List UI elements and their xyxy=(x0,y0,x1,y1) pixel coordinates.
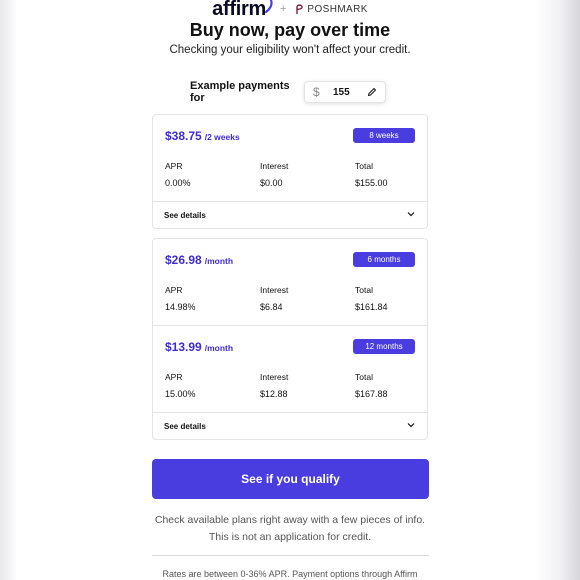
apr-stat: APR 15.00% xyxy=(165,372,196,399)
currency-symbol: $ xyxy=(313,85,320,99)
apr-label: APR xyxy=(165,161,183,171)
plan-price-amount: $26.98 xyxy=(165,253,202,267)
info-line-2: This is not an application for credit. xyxy=(208,531,372,543)
see-details-label: See details xyxy=(164,422,206,431)
total-value: $161.84 xyxy=(355,302,388,312)
plan-period: /month xyxy=(204,343,234,353)
apr-stat: APR 14.98% xyxy=(165,285,196,312)
interest-stat: Interest $6.84 xyxy=(260,285,288,312)
plan-card-monthly: $26.98/month 6 months APR 14.98% Interest… xyxy=(152,238,428,440)
plan-option[interactable]: $13.99/month 12 months APR 15.00% Interes… xyxy=(153,325,427,412)
affirm-checkout-modal: affirm + POSHMARK Buy now, pay over time… xyxy=(0,0,580,580)
plan-card-8-weeks: $38.75/2 weeks 8 weeks APR 0.00% Interest… xyxy=(152,114,428,229)
apr-value: 14.98% xyxy=(165,302,196,312)
total-value: $167.88 xyxy=(355,389,388,399)
example-payments-row: Example payments for $ 155 xyxy=(190,80,386,104)
apr-value: 15.00% xyxy=(165,389,196,399)
plan-period: /month xyxy=(204,256,234,266)
poshmark-icon xyxy=(296,4,304,14)
plan-term-badge: 6 months xyxy=(353,252,415,267)
total-label: Total xyxy=(355,285,373,295)
example-payments-label: Example payments for xyxy=(190,80,290,104)
plus-sign: + xyxy=(279,3,287,15)
page-subtitle: Checking your eligibility won't affect y… xyxy=(169,44,411,56)
interest-value: $12.88 xyxy=(260,389,288,399)
apr-stat: APR 0.00% xyxy=(165,161,191,188)
see-details-label: See details xyxy=(164,211,206,220)
poshmark-logo: POSHMARK xyxy=(294,3,367,15)
total-stat: Total $161.84 xyxy=(355,285,388,312)
interest-value: $6.84 xyxy=(260,302,283,312)
plan-price: $26.98/month xyxy=(165,253,233,267)
see-if-you-qualify-button[interactable]: See if you qualify xyxy=(152,459,429,499)
total-value: $155.00 xyxy=(355,178,388,188)
plan-term-badge: 8 weeks xyxy=(353,128,415,143)
plan-price: $13.99/month xyxy=(165,340,233,354)
affirm-arc-icon xyxy=(264,0,273,13)
plan-period: /2 weeks xyxy=(204,132,240,142)
plan-price-amount: $38.75 xyxy=(165,129,202,143)
interest-value: $0.00 xyxy=(260,178,283,188)
plan-price: $38.75/2 weeks xyxy=(165,129,240,143)
affirm-logo: affirm xyxy=(212,0,273,21)
interest-stat: Interest $0.00 xyxy=(260,161,288,188)
interest-stat: Interest $12.88 xyxy=(260,372,288,399)
plan-price-amount: $13.99 xyxy=(165,340,202,354)
poshmark-text: POSHMARK xyxy=(307,3,368,15)
divider xyxy=(152,555,429,556)
plan-option[interactable]: $26.98/month 6 months APR 14.98% Interest… xyxy=(153,239,427,325)
see-details-toggle[interactable]: See details xyxy=(153,412,427,439)
amount-value: 155 xyxy=(333,86,350,98)
plan-term-badge: 12 months xyxy=(353,339,415,354)
page-title: Buy now, pay over time xyxy=(189,20,391,40)
chevron-down-icon xyxy=(407,212,415,217)
plan-option[interactable]: $38.75/2 weeks 8 weeks APR 0.00% Interest… xyxy=(153,115,427,201)
see-details-toggle[interactable]: See details xyxy=(153,201,427,228)
header-logos: affirm + POSHMARK xyxy=(0,0,580,20)
interest-label: Interest xyxy=(260,372,289,382)
apr-value: 0.00% xyxy=(165,178,191,188)
interest-label: Interest xyxy=(260,161,289,171)
total-label: Total xyxy=(355,372,373,382)
footer-disclaimer: Rates are between 0-36% APR. Payment opt… xyxy=(162,569,418,579)
apr-label: APR xyxy=(165,372,183,382)
amount-input[interactable]: $ 155 xyxy=(304,81,386,103)
apr-label: APR xyxy=(165,285,183,295)
info-line-1: Check available plans right away with a … xyxy=(154,514,426,526)
total-stat: Total $155.00 xyxy=(355,161,388,188)
info-text: Check available plans right away with a … xyxy=(0,512,580,546)
pencil-icon[interactable] xyxy=(367,87,377,97)
interest-label: Interest xyxy=(260,285,289,295)
total-stat: Total $167.88 xyxy=(355,372,388,399)
chevron-down-icon xyxy=(407,423,415,428)
total-label: Total xyxy=(355,161,373,171)
